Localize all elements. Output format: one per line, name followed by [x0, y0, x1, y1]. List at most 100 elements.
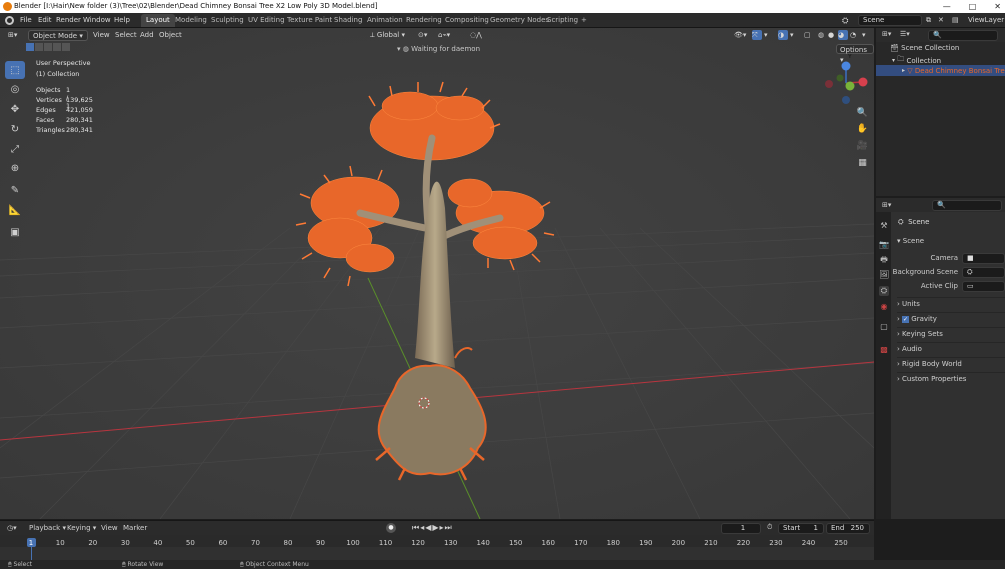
properties-editor-icon[interactable]: ⊞▾: [882, 201, 891, 209]
3d-viewport[interactable]: User Perspective (1) Collection Objects 1…: [0, 28, 874, 519]
background-scene-field[interactable]: ⛭: [962, 267, 1005, 278]
maximize-button[interactable]: □: [969, 0, 977, 13]
timeline-tick-label: 190: [639, 539, 653, 547]
texture-tab-icon[interactable]: ▩: [879, 345, 889, 355]
viewport-menu-view[interactable]: View: [93, 30, 110, 40]
gizmo-dropdown-icon[interactable]: ▾: [764, 30, 768, 40]
units-panel[interactable]: › Units: [897, 297, 1005, 310]
select-mode-buttons[interactable]: [26, 43, 70, 53]
select-mode-extend-icon[interactable]: [35, 43, 43, 51]
viewlayer-field[interactable]: ViewLayer: [968, 13, 1004, 28]
scale-tool-icon[interactable]: ⤢: [5, 140, 25, 158]
gravity-panel[interactable]: › ✓ Gravity: [897, 312, 1005, 325]
playback-controls[interactable]: ⏮◂◀▶▸⏭: [412, 523, 453, 533]
snap-icon[interactable]: ⌂⌁▾: [438, 30, 450, 40]
editor-type-icon[interactable]: ⊞▾: [8, 30, 17, 40]
menu-file[interactable]: File: [20, 13, 32, 28]
rigid-body-world-panel[interactable]: › Rigid Body World: [897, 357, 1005, 370]
measure-tool-icon[interactable]: 📐: [5, 201, 25, 219]
render-tab-icon[interactable]: 📷: [879, 240, 889, 250]
timeline-menu-view[interactable]: View: [101, 524, 118, 532]
shading-dropdown-icon[interactable]: ▾: [862, 30, 866, 40]
viewlayer-icon[interactable]: ▤: [952, 13, 959, 28]
timeline-menu-playback[interactable]: Playback ▾: [29, 524, 66, 532]
scene-selector-icon[interactable]: ⛭: [842, 13, 848, 28]
custom-properties-panel[interactable]: › Custom Properties: [897, 372, 1005, 385]
timeline-menu-keying[interactable]: Keying ▾: [67, 524, 96, 532]
ortho-grid-icon[interactable]: ▦: [856, 158, 869, 171]
outliner-search-input[interactable]: 🔍: [928, 30, 998, 41]
annotate-tool-icon[interactable]: ✎: [5, 181, 25, 199]
select-box-tool-icon[interactable]: ⬚: [5, 61, 25, 79]
menu-help[interactable]: Help: [114, 13, 130, 28]
overlay-dropdown-icon[interactable]: ▾: [790, 30, 794, 40]
blender-menu-icon[interactable]: [5, 16, 14, 25]
top-menu-bar: File Edit Render Window Help Layout Mode…: [0, 13, 1005, 28]
menu-window[interactable]: Window: [83, 13, 111, 28]
menu-render[interactable]: Render: [56, 13, 81, 28]
transform-orientation[interactable]: ⟂ Global ▾: [370, 30, 405, 40]
stat-edges: Edges 421,059: [36, 106, 93, 114]
pan-hand-icon[interactable]: ✋: [856, 124, 869, 137]
visibility-icon[interactable]: 👁▾: [734, 30, 746, 40]
active-clip-field[interactable]: ▭: [962, 281, 1005, 292]
menu-edit[interactable]: Edit: [38, 13, 52, 28]
expand-chevron-icon[interactable]: ▾: [892, 57, 895, 64]
overlay-toggle-icon[interactable]: ◑: [778, 30, 788, 40]
rotate-tool-icon[interactable]: ↻: [5, 120, 25, 138]
keying-sets-panel[interactable]: › Keying Sets: [897, 327, 1005, 340]
object-tab-icon[interactable]: ▢: [879, 322, 889, 332]
select-mode-new-icon[interactable]: [26, 43, 34, 51]
audio-panel[interactable]: › Audio: [897, 342, 1005, 355]
outliner-scene-collection[interactable]: 🗃 Scene Collection: [890, 44, 959, 52]
pivot-icon[interactable]: ⊙▾: [418, 30, 427, 40]
viewport-menu-select[interactable]: Select: [115, 30, 137, 40]
mode-selector[interactable]: Object Mode ▾: [28, 30, 88, 41]
minimize-button[interactable]: —: [943, 0, 951, 13]
wireframe-shading-icon[interactable]: ◍: [818, 30, 824, 40]
cursor-tool-icon[interactable]: ◎: [5, 80, 25, 98]
options-dropdown[interactable]: Options ▾: [836, 44, 874, 64]
scene-field[interactable]: Scene: [858, 15, 922, 26]
zoom-icon[interactable]: 🔍: [856, 108, 869, 121]
stat-faces: Faces 280,341: [36, 116, 93, 124]
proportional-edit-icon[interactable]: ◌⋀: [470, 30, 482, 40]
start-frame-field[interactable]: Start 1: [778, 523, 824, 534]
select-mode-subtract-icon[interactable]: [44, 43, 52, 51]
gizmo-toggle-icon[interactable]: ⤧: [752, 30, 762, 40]
select-mode-invert-icon[interactable]: [53, 43, 61, 51]
viewport-menu-add[interactable]: Add: [140, 30, 154, 40]
rendered-shading-icon[interactable]: ◔: [850, 30, 856, 40]
select-mode-intersect-icon[interactable]: [62, 43, 70, 51]
add-cube-tool-icon[interactable]: ▣: [5, 223, 25, 241]
outliner-editor-icon[interactable]: ⊞▾: [882, 30, 891, 38]
xray-icon[interactable]: ▢: [804, 30, 811, 40]
close-button[interactable]: ✕: [994, 0, 1001, 13]
material-shading-icon[interactable]: ◕: [838, 30, 848, 40]
end-frame-field[interactable]: End 250: [826, 523, 870, 534]
object-expand-icon[interactable]: ▸: [902, 67, 905, 74]
properties-search-input[interactable]: 🔍: [932, 200, 1002, 211]
timeline-editor-icon[interactable]: ◷▾: [7, 524, 17, 532]
timeline-tick-label: 40: [153, 539, 163, 547]
add-workspace-button[interactable]: +: [576, 14, 592, 27]
camera-view-icon[interactable]: 🎥: [856, 141, 869, 154]
scene-panel-header[interactable]: ▾ Scene: [897, 235, 1005, 248]
world-tab-icon[interactable]: ◉: [879, 302, 889, 312]
preview-range-icon[interactable]: ⏱: [767, 523, 772, 532]
tool-tab-icon[interactable]: ⚒: [879, 221, 889, 231]
current-frame-field[interactable]: 1: [721, 523, 761, 534]
timeline-tick-label: 220: [736, 539, 751, 547]
delete-scene-icon[interactable]: ✕: [938, 13, 944, 28]
viewport-menu-object[interactable]: Object: [159, 30, 182, 40]
solid-shading-icon[interactable]: ●: [828, 30, 834, 40]
gravity-checkbox[interactable]: ✓: [902, 316, 910, 323]
outliner-display-icon[interactable]: ☰▾: [900, 30, 910, 38]
move-tool-icon[interactable]: ✥: [5, 100, 25, 118]
new-scene-icon[interactable]: ⧉: [926, 13, 931, 28]
timeline-menu-marker[interactable]: Marker: [123, 524, 147, 532]
record-icon[interactable]: ●: [386, 523, 396, 533]
camera-field[interactable]: ■: [962, 253, 1005, 264]
outliner-object-row[interactable]: ▸ ▽ Dead Chimney Bonsai Tree X2: [876, 65, 1005, 76]
transform-tool-icon[interactable]: ⊕: [5, 159, 25, 177]
